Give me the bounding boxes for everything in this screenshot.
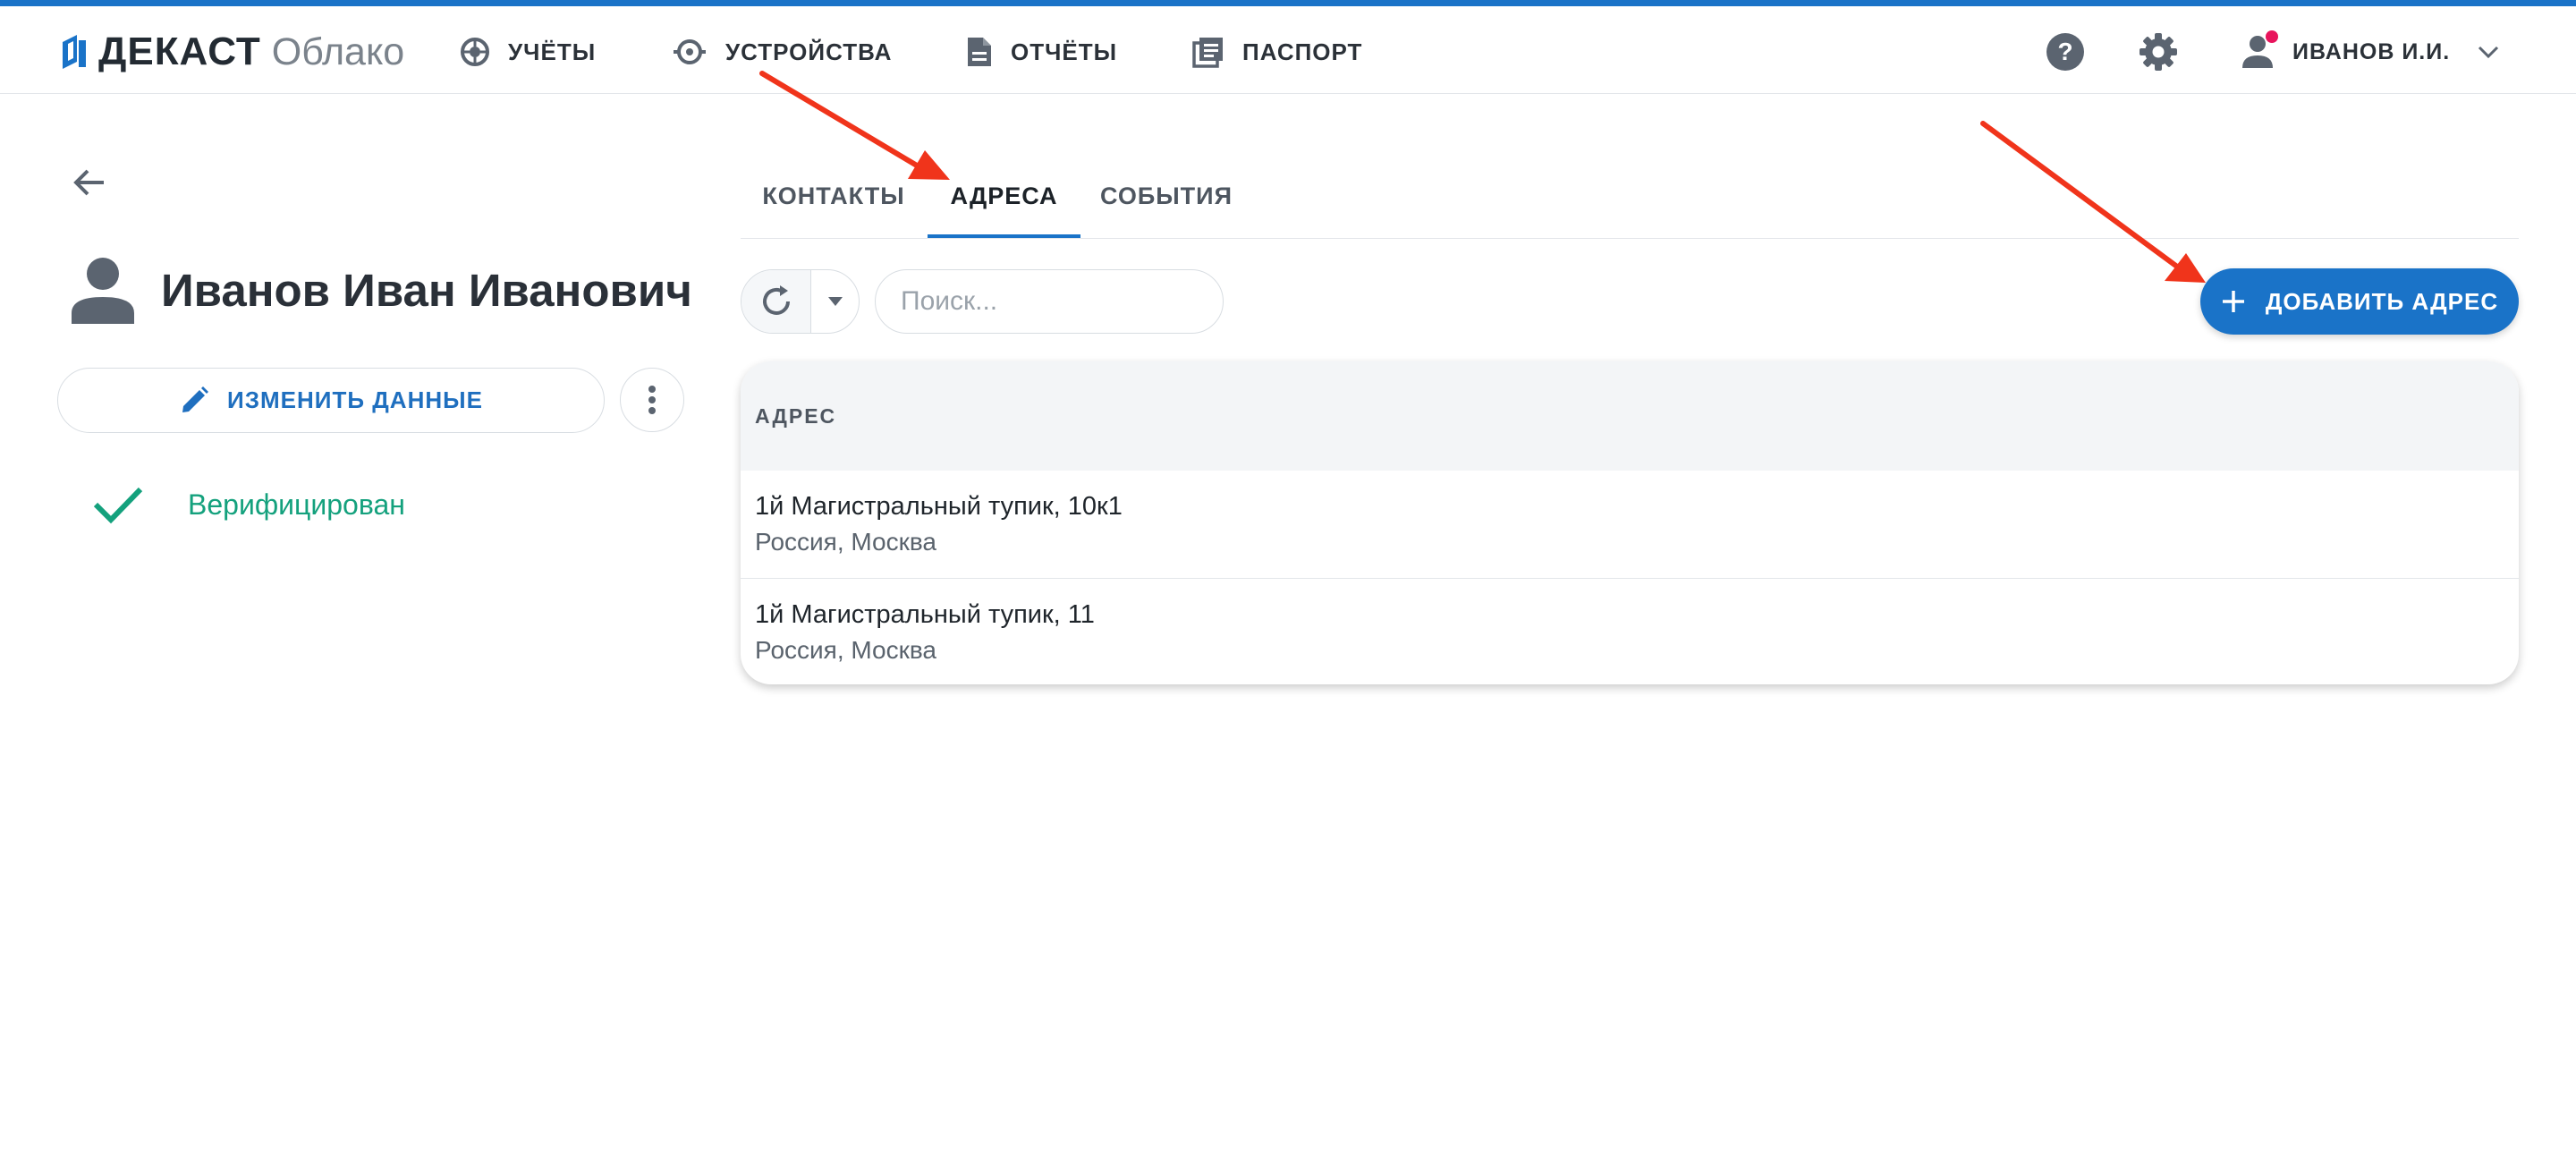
svg-text:?: ? [2057,38,2072,65]
meter-icon [461,38,489,66]
checkmark-icon [93,487,143,524]
address-line: 1й Магистральный тупик, 10к1 [755,492,1123,521]
tab-label: СОБЫТИЯ [1100,183,1233,209]
logo-mark-icon [63,35,86,69]
table-row[interactable]: 1й Магистральный тупик, 11 Россия, Москв… [741,578,2519,684]
active-tab-indicator [928,234,1080,238]
plus-icon [2222,291,2244,312]
add-address-label: ДОБАВИТЬ АДРЕС [2265,287,2499,315]
settings-icon[interactable] [2138,31,2179,72]
logo-product: Облако [271,30,405,73]
address-region: Россия, Москва [755,528,936,556]
address-region: Россия, Москва [755,635,936,664]
search-input[interactable] [875,269,1224,334]
column-header-address[interactable]: АДРЕС [755,404,836,429]
nav-item-devices[interactable]: УСТРОЙСТВА [672,30,892,74]
add-address-button[interactable]: ДОБАВИТЬ АДРЕС [2200,268,2519,335]
tabs-bar: КОНТАКТЫ АДРЕСА СОБЫТИЯ [741,154,2519,239]
table-row[interactable]: 1й Магистральный тупик, 10к1 Россия, Мос… [741,471,2519,578]
user-name: ИВАНОВ И.И. [2292,38,2451,64]
tab-label: КОНТАКТЫ [762,183,905,209]
edit-data-button[interactable]: ИЗМЕНИТЬ ДАННЫЕ [57,368,605,433]
address-line: 1й Магистральный тупик, 11 [755,599,1095,629]
table-header: АДРЕС [741,361,2519,471]
refresh-control [741,269,860,334]
logo-brand: ДЕКАСТ [98,30,261,73]
verification-status: Верифицирован [93,485,405,524]
user-menu[interactable]: ИВАНОВ И.И. [2241,30,2500,74]
profile-header: Иванов Иван Иванович [70,256,692,324]
refresh-icon [762,285,790,315]
top-accent-bar [0,0,2576,6]
tab-contacts[interactable]: КОНТАКТЫ [741,154,927,239]
more-vertical-icon [648,386,656,414]
nav-label: ПАСПОРТ [1242,38,1363,65]
caret-down-icon [827,297,843,306]
passport-icon [1192,38,1223,68]
tab-label: АДРЕСА [950,183,1058,209]
more-options-button[interactable] [620,368,684,432]
help-icon[interactable]: ? [2045,31,2086,72]
person-avatar-icon [72,258,134,324]
nav-item-meters[interactable]: УЧЁТЫ [460,30,596,74]
report-icon [968,38,991,66]
tab-addresses[interactable]: АДРЕСА [928,154,1080,239]
pencil-icon [182,386,209,412]
refresh-dropdown-button[interactable] [811,270,859,333]
refresh-button[interactable] [741,270,811,333]
app-header: ДЕКАСТ Облако УЧЁТЫ УСТРОЙСТВА ОТЧЁТЫ ПА… [0,6,2576,94]
person-name: Иванов Иван Иванович [161,264,692,316]
nav-label: УЧЁТЫ [508,38,597,65]
device-icon [674,39,706,64]
verification-label: Верифицирован [188,488,405,521]
nav-item-passport[interactable]: ПАСПОРТ [1192,30,1362,74]
notification-dot [2266,30,2278,43]
nav-label: УСТРОЙСТВА [725,38,893,65]
tab-events[interactable]: СОБЫТИЯ [1081,154,1251,239]
nav-label: ОТЧЁТЫ [1011,38,1118,65]
address-table: АДРЕС 1й Магистральный тупик, 10к1 Росси… [741,361,2519,684]
edit-data-label: ИЗМЕНИТЬ ДАННЫЕ [227,386,483,413]
nav-item-reports[interactable]: ОТЧЁТЫ [966,30,1117,74]
chevron-down-icon [2479,46,2499,59]
back-arrow-icon[interactable] [68,161,111,204]
logo[interactable]: ДЕКАСТ Облако [59,30,404,74]
